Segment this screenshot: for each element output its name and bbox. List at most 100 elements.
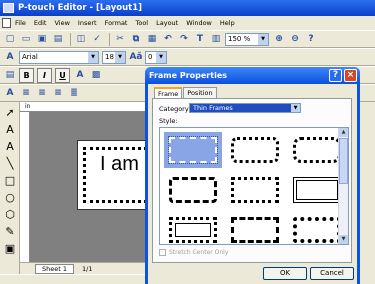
frame-style-option[interactable] [226, 172, 284, 208]
frame-properties-dialog: Frame Properties ? × Frame Position Cate… [145, 67, 360, 284]
close-button[interactable]: × [344, 69, 357, 82]
font-icon[interactable]: A [3, 50, 17, 64]
chevron-down-icon[interactable]: ▼ [156, 51, 166, 63]
menu-window[interactable]: Window [186, 19, 212, 27]
help-icon[interactable]: ? [304, 32, 318, 46]
ptouch-editor-window: P-touch Editor - [Layout1] File Edit Vie… [0, 0, 375, 284]
page-indicator: 1/1 [82, 264, 93, 273]
vertical-text-icon[interactable]: A [2, 139, 18, 153]
menu-view[interactable]: View [54, 19, 69, 27]
table-icon[interactable]: ▥ [209, 32, 223, 46]
redo-icon[interactable]: ↷ [177, 32, 191, 46]
sheet-tab[interactable]: Sheet 1 [35, 263, 74, 274]
rectangle-icon[interactable]: □ [2, 173, 18, 187]
ok-button[interactable]: OK [263, 267, 307, 280]
menu-tool[interactable]: Tool [135, 19, 148, 27]
frame-style-option[interactable] [226, 212, 284, 244]
scroll-down-icon[interactable]: ▼ [339, 235, 348, 244]
stretch-center-label: Stretch Center Only [169, 249, 229, 256]
menu-bar: File Edit View Insert Format Tool Layout… [0, 16, 375, 30]
dialog-title: Frame Properties [149, 71, 227, 80]
spacing-select[interactable]: 0 ▼ [145, 50, 167, 64]
frame-style-option[interactable] [226, 132, 284, 168]
char-spacing-icon[interactable]: Aǎ [129, 50, 143, 64]
tab-position[interactable]: Position [183, 87, 217, 98]
align-center-icon[interactable]: ≡ [35, 86, 49, 100]
zoom-out-icon[interactable]: ⊖ [288, 32, 302, 46]
copy-icon[interactable]: ⧉ [129, 32, 143, 46]
text-tool-icon[interactable]: A [2, 122, 18, 136]
app-icon [3, 3, 14, 13]
align-justify-icon[interactable]: ≣ [67, 86, 81, 100]
layout-canvas: I am [30, 112, 157, 262]
menu-format[interactable]: Format [105, 19, 128, 27]
ellipse-icon[interactable]: ○ [2, 190, 18, 204]
scroll-up-icon[interactable]: ▲ [339, 128, 348, 137]
toolbar-separator [70, 32, 71, 46]
layout-icon[interactable]: ▤ [3, 68, 17, 82]
font-select[interactable]: Arial ▼ [19, 50, 99, 64]
text-effect-icon[interactable]: A [73, 68, 87, 82]
preview-icon[interactable]: ◫ [74, 32, 88, 46]
scroll-thumb[interactable] [339, 138, 348, 184]
style-label: Style: [159, 117, 178, 125]
vertical-ruler [20, 112, 30, 262]
menu-edit[interactable]: Edit [34, 19, 47, 27]
chevron-down-icon[interactable]: ▼ [88, 51, 98, 63]
cancel-button[interactable]: Cancel [310, 267, 354, 280]
document-icon[interactable] [2, 18, 11, 28]
bold-button[interactable]: B [19, 67, 34, 83]
sheet-bar: Sheet 1 1/1 [20, 262, 155, 274]
new-icon[interactable]: ▢ [3, 32, 17, 46]
frame-style-option[interactable] [164, 212, 222, 244]
font-size-select[interactable]: 18 ▼ [102, 50, 126, 64]
highlight-icon[interactable]: ▩ [89, 68, 103, 82]
dialog-title-bar[interactable]: Frame Properties ? × [145, 67, 360, 84]
paste-icon[interactable]: ▦ [145, 32, 159, 46]
dialog-body: Frame Position Category: Thin Frames ▼ S… [148, 84, 357, 284]
polygon-icon[interactable]: ⬡ [2, 207, 18, 221]
undo-icon[interactable]: ↶ [161, 32, 175, 46]
print-icon[interactable]: ▤ [51, 32, 65, 46]
text-tool-icon[interactable]: A [3, 86, 17, 100]
status-bar [0, 274, 155, 284]
format-toolbar: A Arial ▼ 18 ▼ Aǎ 0 ▼ [0, 48, 375, 66]
save-icon[interactable]: ▣ [35, 32, 49, 46]
chevron-down-icon[interactable]: ▼ [291, 104, 300, 112]
checkbox-icon [159, 249, 166, 256]
cut-icon[interactable]: ✂ [113, 32, 127, 46]
frame-style-option[interactable] [164, 172, 222, 208]
menu-layout[interactable]: Layout [156, 19, 178, 27]
underline-button[interactable]: U [55, 67, 70, 83]
italic-button[interactable]: I [37, 67, 52, 83]
toolbar-separator [109, 32, 110, 46]
help-button[interactable]: ? [329, 69, 342, 82]
app-title-bar: P-touch Editor - [Layout1] [0, 0, 375, 16]
draw-tools-bar: ➚ A A ╲ □ ○ ⬡ ✎ ▣ [0, 102, 20, 284]
frame-tool-icon[interactable]: ▣ [2, 241, 18, 255]
label-text[interactable]: I am [100, 153, 139, 176]
menu-file[interactable]: File [15, 19, 26, 27]
frame-style-option[interactable] [164, 132, 222, 168]
app-title: P-touch Editor - [Layout1] [18, 3, 143, 13]
menu-help[interactable]: Help [220, 19, 235, 27]
standard-toolbar: ▢ ▭ ▣ ▤ ◫ ✓ ✂ ⧉ ▦ ↶ ↷ T ▥ 150 % ▼ ⊕ ⊖ ? [0, 30, 375, 48]
frame-style-list: ▲ ▼ [159, 127, 349, 245]
menu-insert[interactable]: Insert [78, 19, 97, 27]
pointer-icon[interactable]: ➚ [2, 105, 18, 119]
chevron-down-icon[interactable]: ▼ [258, 33, 268, 45]
align-left-icon[interactable]: ≡ [19, 86, 33, 100]
align-right-icon[interactable]: ≡ [51, 86, 65, 100]
stretch-center-checkbox: Stretch Center Only [159, 249, 228, 256]
open-icon[interactable]: ▭ [19, 32, 33, 46]
pen-icon[interactable]: ✎ [2, 224, 18, 238]
zoom-select[interactable]: 150 % ▼ [225, 32, 269, 46]
chevron-down-icon[interactable]: ▼ [115, 51, 125, 63]
category-select[interactable]: Thin Frames ▼ [189, 103, 301, 113]
line-icon[interactable]: ╲ [2, 156, 18, 170]
style-list-scrollbar[interactable]: ▲ ▼ [338, 128, 348, 244]
spell-icon[interactable]: ✓ [90, 32, 104, 46]
frame-tab-panel: Category: Thin Frames ▼ Style: ▲ ▼ Stret… [152, 98, 352, 263]
zoom-in-icon[interactable]: ⊕ [272, 32, 286, 46]
text-icon[interactable]: T [193, 32, 207, 46]
